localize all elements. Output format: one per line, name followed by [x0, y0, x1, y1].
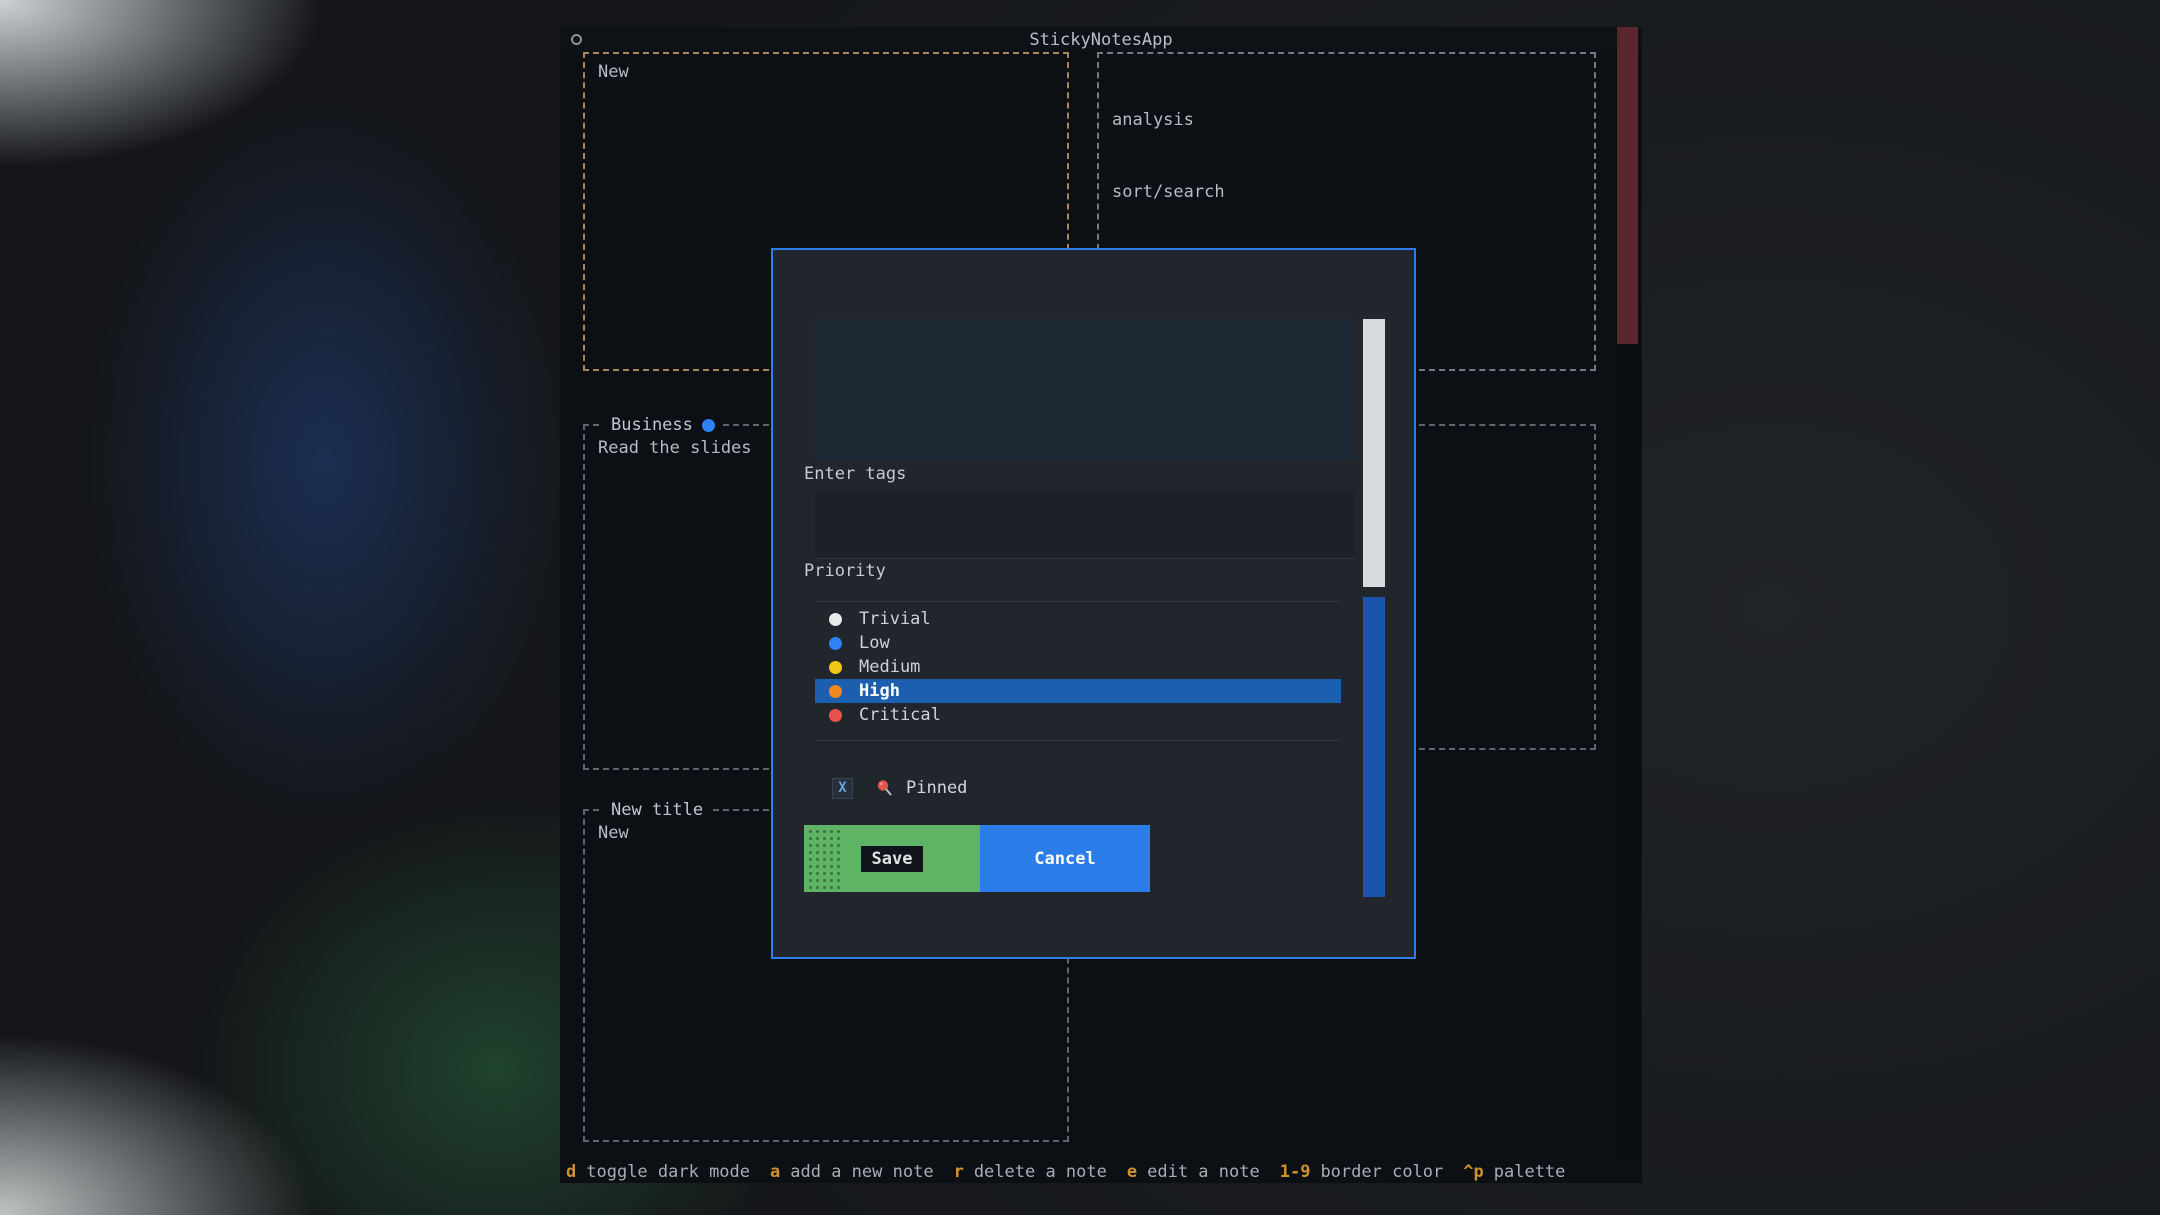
binding-border-color[interactable]: 1-9 border color — [1280, 1162, 1444, 1182]
cancel-button-label: Cancel — [1034, 849, 1095, 869]
key-desc: palette — [1494, 1162, 1566, 1182]
dialog-scrollbar-thumb[interactable] — [1363, 319, 1385, 587]
app-scrollbar-thumb[interactable] — [1617, 27, 1638, 344]
priority-dot — [829, 685, 842, 698]
tags-label: Enter tags — [804, 462, 906, 486]
key-desc: toggle dark mode — [586, 1162, 750, 1182]
note-color-dot — [702, 419, 715, 432]
priority-option-label: Low — [859, 631, 890, 655]
priority-dot — [829, 613, 842, 626]
save-button[interactable]: Save — [804, 825, 980, 892]
key-label: e — [1127, 1162, 1137, 1182]
priority-label: Priority — [804, 559, 886, 583]
priority-option-label: Critical — [859, 703, 941, 727]
note-line: sort/search — [1112, 180, 1581, 204]
note-content: New — [585, 54, 1067, 90]
key-desc: border color — [1320, 1162, 1443, 1182]
desktop-background: StickyNotesApp New analysis sort/search … — [0, 0, 2160, 1215]
pinned-row: X Pinned — [832, 776, 967, 800]
save-button-label: Save — [861, 846, 924, 872]
note-line: analysis — [1112, 108, 1581, 132]
note-title-text: Business — [611, 413, 693, 437]
key-label: r — [954, 1162, 964, 1182]
window-title: StickyNotesApp — [1029, 30, 1172, 50]
key-label: 1-9 — [1280, 1162, 1311, 1182]
pinned-checkbox[interactable]: X — [832, 778, 853, 799]
window-icon — [571, 34, 582, 45]
cancel-button[interactable]: Cancel — [980, 825, 1150, 892]
note-content-input[interactable] — [815, 319, 1355, 461]
priority-option-label: Medium — [859, 655, 920, 679]
priority-option-medium[interactable]: Medium — [815, 655, 1341, 679]
key-desc: add a new note — [790, 1162, 933, 1182]
binding-toggle-dark-mode[interactable]: d toggle dark mode — [566, 1162, 750, 1182]
titlebar: StickyNotesApp — [560, 27, 1642, 52]
statusbar: d toggle dark mode a add a new note r de… — [560, 1160, 1642, 1183]
pushpin-icon — [875, 778, 895, 798]
binding-palette[interactable]: ^p palette — [1463, 1162, 1565, 1182]
app-scrollbar[interactable] — [1617, 27, 1638, 1160]
note-title: Business — [603, 413, 723, 437]
key-label: a — [770, 1162, 780, 1182]
priority-option-trivial[interactable]: Trivial — [815, 607, 1341, 631]
dialog-scrollbar-track[interactable] — [1363, 597, 1385, 897]
key-desc: edit a note — [1147, 1162, 1260, 1182]
priority-option-low[interactable]: Low — [815, 631, 1341, 655]
key-label: ^p — [1463, 1162, 1483, 1182]
key-label: d — [566, 1162, 576, 1182]
priority-dot — [829, 661, 842, 674]
tags-input[interactable] — [815, 491, 1355, 559]
priority-dot — [829, 709, 842, 722]
priority-list: Trivial Low Medium High Critical — [815, 601, 1341, 741]
priority-option-label: High — [859, 679, 900, 703]
priority-option-critical[interactable]: Critical — [815, 703, 1341, 727]
priority-option-label: Trivial — [859, 607, 931, 631]
pinned-label: Pinned — [906, 778, 967, 798]
binding-edit-note[interactable]: e edit a note — [1127, 1162, 1260, 1182]
note-title: New title — [603, 798, 711, 822]
priority-option-high[interactable]: High — [815, 679, 1341, 703]
edit-note-dialog: Enter tags Priority Trivial Low Medium — [771, 248, 1416, 959]
note-title-text: New title — [611, 798, 703, 822]
binding-delete-note[interactable]: r delete a note — [954, 1162, 1107, 1182]
sticky-notes-app-window: StickyNotesApp New analysis sort/search … — [560, 27, 1642, 1183]
priority-dot — [829, 637, 842, 650]
key-desc: delete a note — [974, 1162, 1107, 1182]
binding-add-note[interactable]: a add a new note — [770, 1162, 934, 1182]
